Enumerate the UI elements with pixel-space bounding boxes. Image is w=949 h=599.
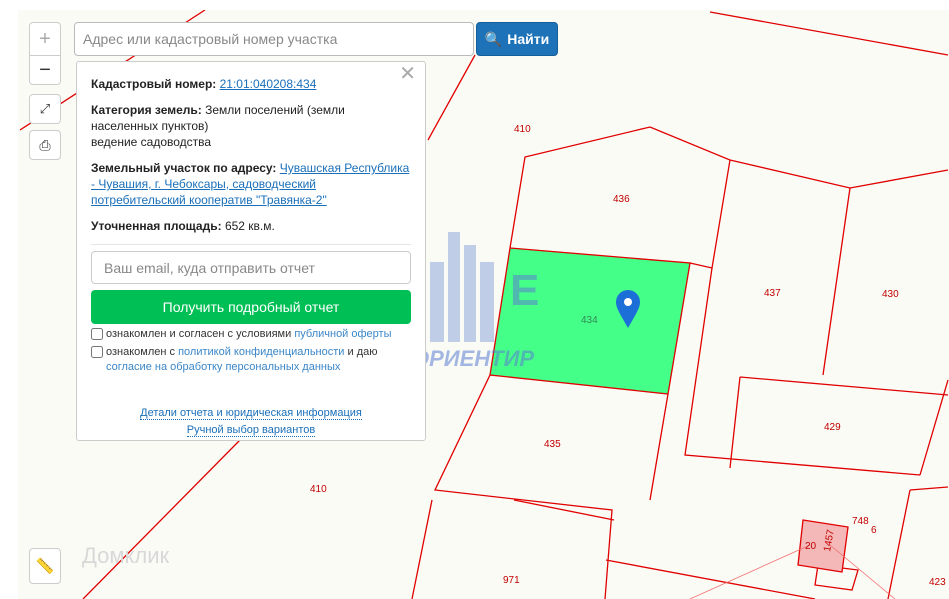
privacy-link[interactable]: политикой конфиденциальности: [178, 346, 344, 358]
ruler-icon[interactable]: 📏: [29, 548, 61, 584]
checkbox-label: ознакомлен и согласен с условиями: [106, 328, 295, 340]
fullscreen-icon[interactable]: ⤢: [29, 94, 61, 124]
svg-text:Е: Е: [510, 266, 539, 315]
checkbox-label: и даю: [344, 346, 378, 358]
parcel-label: 435: [544, 439, 561, 450]
area-value: 652 кв.м.: [224, 219, 275, 233]
search-input[interactable]: [74, 22, 474, 56]
offer-link[interactable]: публичной оферты: [294, 328, 391, 340]
parcel-label: 423: [929, 577, 946, 588]
email-field[interactable]: [91, 251, 411, 284]
find-label: Найти: [507, 31, 550, 47]
find-button[interactable]: 🔍 Найти: [476, 22, 558, 56]
privacy-checkbox[interactable]: [91, 346, 103, 358]
parcel-label: 429: [824, 422, 841, 433]
manual-selection-link[interactable]: Ручной выбор вариантов: [186, 424, 316, 437]
cadastral-number-link[interactable]: 21:01:040208:434: [220, 77, 317, 91]
usage-value: ведение садоводства: [91, 135, 212, 149]
offer-checkbox[interactable]: [91, 328, 103, 340]
category-label: Категория земель:: [91, 103, 202, 117]
parcel-label: 971: [503, 575, 520, 586]
parcel-info-panel: ✕ Кадастровый номер: 21:01:040208:434 Ка…: [76, 61, 426, 441]
svg-text:ОРИЕНТИР: ОРИЕНТИР: [412, 346, 534, 371]
parcel-label: 434: [581, 315, 598, 326]
zoom-out-button[interactable]: −: [29, 55, 61, 85]
checkbox-label: ознакомлен с: [106, 346, 179, 358]
parcel-label: 436: [613, 194, 630, 205]
details-link[interactable]: Детали отчета и юридическая информация: [140, 407, 362, 420]
get-report-button[interactable]: Получить подробный отчет: [91, 290, 411, 324]
domclick-watermark: Домклик: [82, 543, 170, 568]
cadastral-label: Кадастровый номер:: [91, 77, 217, 91]
parcel-label: 6: [871, 525, 877, 536]
area-label: Уточненная площадь:: [91, 219, 222, 233]
parcel-label: 410: [310, 484, 327, 495]
close-icon[interactable]: ✕: [399, 64, 416, 84]
parcel-label: 430: [882, 289, 899, 300]
print-icon[interactable]: ⎙: [29, 130, 61, 160]
parcel-label: 410: [514, 124, 531, 135]
search-icon: 🔍: [484, 30, 503, 47]
zoom-in-button[interactable]: +: [29, 22, 61, 56]
parcel-label: 20: [805, 541, 817, 552]
address-label: Земельный участок по адресу:: [91, 161, 277, 175]
consent-link[interactable]: согласие на обработку персональных данны…: [106, 361, 340, 373]
parcel-label: 748: [852, 516, 869, 527]
parcel-label: 437: [764, 288, 781, 299]
